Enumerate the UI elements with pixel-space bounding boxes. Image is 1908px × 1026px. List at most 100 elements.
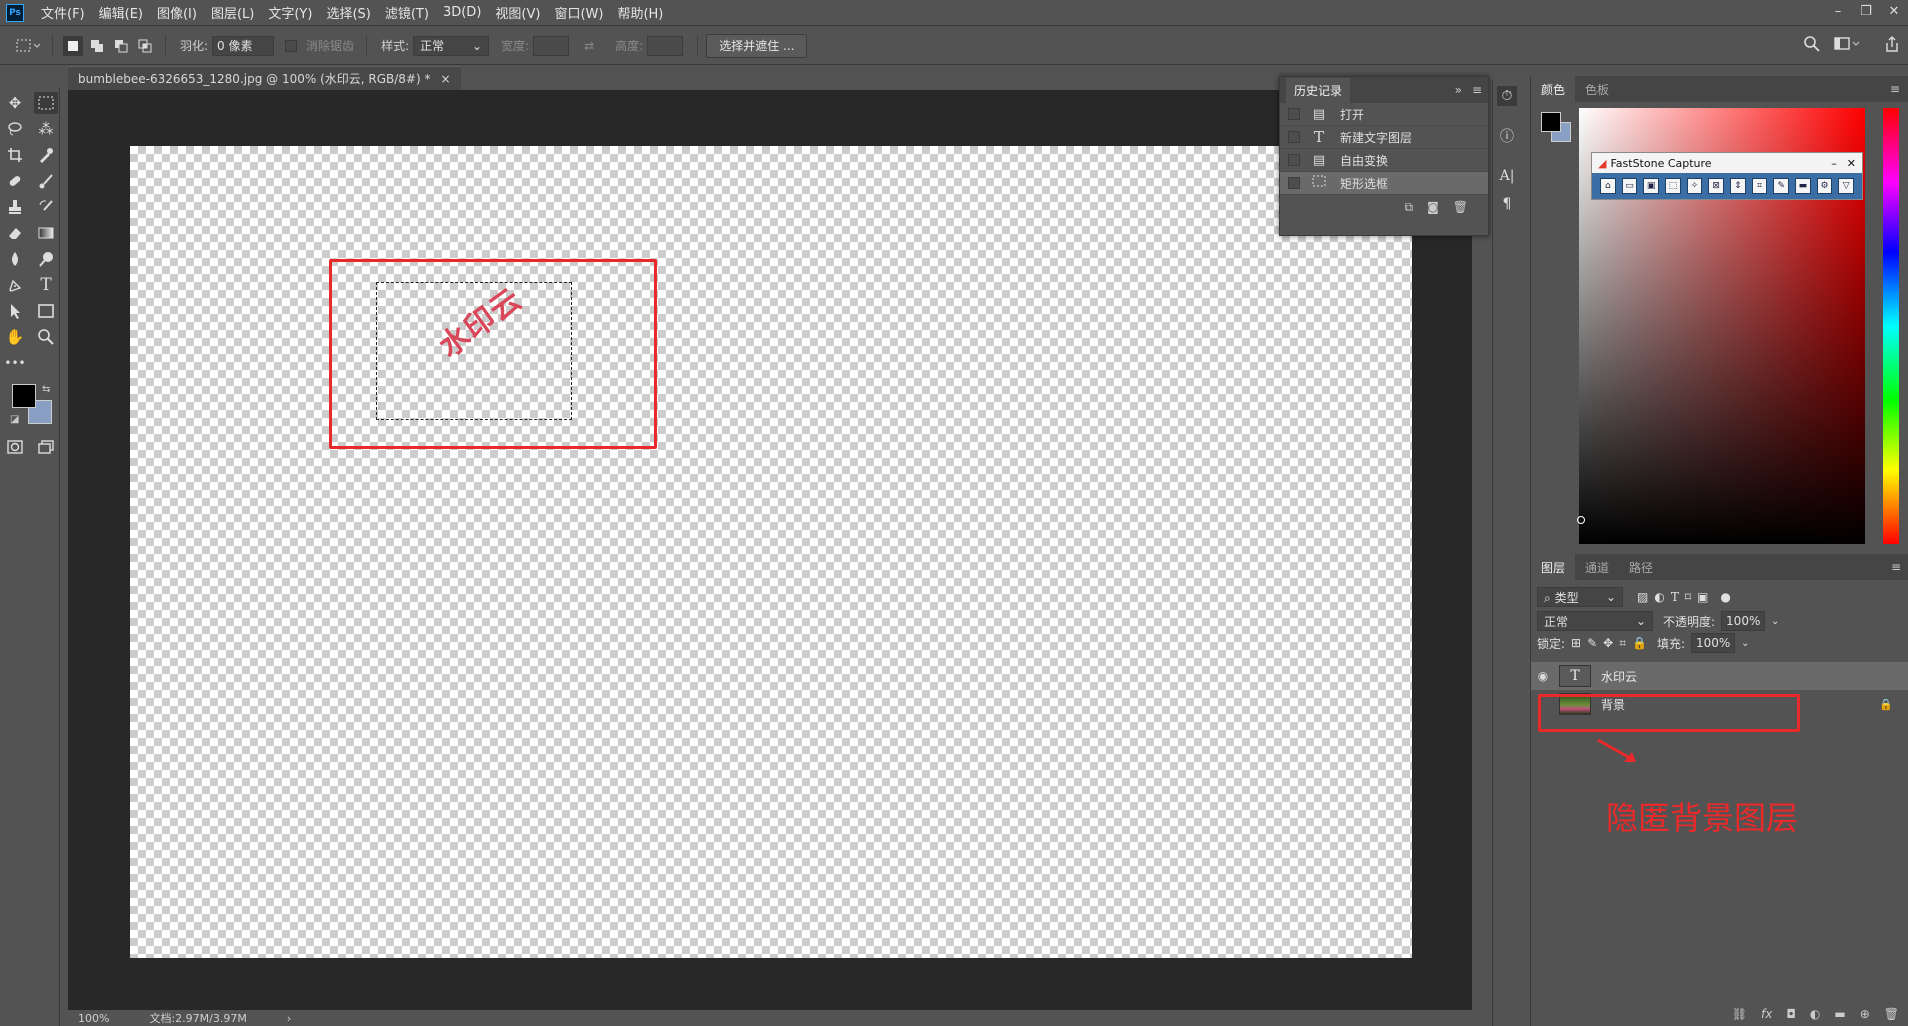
filter-smart-object-icon[interactable]: ▣ (1697, 590, 1708, 604)
lock-all-icon[interactable]: 🔒 (1632, 636, 1647, 650)
settings-icon[interactable]: ⚙ (1816, 178, 1833, 194)
screen-ruler-icon[interactable]: ▬ (1795, 178, 1811, 194)
panel-menu-icon[interactable]: ≡ (1891, 560, 1901, 574)
close-window-button[interactable]: ✕ (1880, 0, 1908, 22)
select-and-mask-button[interactable]: 选择并遮住 ... (706, 33, 808, 58)
workspace-icon[interactable] (1834, 36, 1862, 55)
swap-colors-icon[interactable]: ⇆ (42, 384, 50, 395)
capture-freehand-icon[interactable]: ✧ (1686, 178, 1703, 194)
document-tab[interactable]: bumblebee-6326653_1280.jpg @ 100% (水印云, … (68, 66, 461, 90)
history-item[interactable]: 矩形选框 (1280, 172, 1488, 195)
history-item[interactable]: ▤ 打开 (1280, 103, 1488, 126)
capture-region-icon[interactable]: ⬚ (1665, 178, 1681, 194)
camera-icon[interactable]: ◙ (1427, 200, 1439, 214)
subtract-selection-button[interactable] (111, 36, 131, 56)
character-panel-icon[interactable]: A| (1497, 166, 1517, 186)
status-menu-arrow[interactable]: › (287, 1012, 291, 1025)
quick-mask-icon[interactable] (3, 436, 27, 458)
add-selection-button[interactable] (87, 36, 107, 56)
menu-type[interactable]: 文字(Y) (261, 3, 319, 22)
filter-adjustment-icon[interactable]: ◐ (1654, 590, 1664, 604)
menu-3d[interactable]: 3D(D) (436, 5, 488, 20)
lock-position-icon[interactable]: ✥ (1603, 636, 1613, 650)
gradient-tool-icon[interactable] (34, 222, 58, 244)
fill-input[interactable]: 100% (1691, 633, 1735, 653)
new-group-icon[interactable]: ▬ (1834, 1007, 1845, 1021)
menu-view[interactable]: 视图(V) (488, 3, 547, 22)
faststone-minimize-icon[interactable]: – (1831, 157, 1837, 170)
color-picker-icon[interactable]: ✎ (1773, 178, 1790, 194)
panel-menu-icon[interactable]: ≡ (1890, 82, 1900, 96)
search-icon[interactable] (1804, 36, 1820, 55)
chevron-down-icon[interactable]: ⌄ (1741, 638, 1749, 649)
color-picker-marker[interactable] (1577, 516, 1585, 524)
tab-channels[interactable]: 通道 (1575, 554, 1619, 580)
output-icon[interactable]: ▽ (1838, 178, 1855, 194)
swap-dimensions-icon[interactable]: ⇄ (579, 36, 599, 56)
tab-layers[interactable]: 图层 (1531, 554, 1576, 580)
faststone-close-icon[interactable]: ✕ (1847, 157, 1856, 170)
menu-layer[interactable]: 图层(L) (204, 3, 261, 22)
lock-artboard-icon[interactable]: ⌗ (1619, 636, 1626, 651)
trash-icon[interactable]: 🗑 (1453, 200, 1468, 214)
menu-select[interactable]: 选择(S) (319, 3, 377, 22)
restore-button[interactable]: ❐ (1852, 0, 1880, 22)
blend-mode-select[interactable]: 正常 ⌄ (1537, 611, 1653, 631)
blur-tool-icon[interactable] (3, 248, 27, 270)
layer-name[interactable]: 水印云 (1601, 668, 1637, 685)
width-input[interactable] (533, 35, 570, 56)
more-tools-icon[interactable]: ••• (3, 352, 27, 374)
pen-tool-icon[interactable] (3, 274, 27, 296)
move-tool-icon[interactable]: ✥ (3, 92, 27, 114)
minimize-button[interactable]: – (1824, 0, 1852, 22)
type-tool-icon[interactable]: T (34, 274, 58, 296)
default-colors-icon[interactable]: ◪ (10, 414, 19, 425)
intersect-selection-button[interactable] (135, 36, 155, 56)
crop-tool-icon[interactable] (3, 144, 27, 166)
eyedropper-tool-icon[interactable] (34, 144, 58, 166)
menu-window[interactable]: 窗口(W) (547, 3, 610, 22)
history-item[interactable]: ▤ 自由变换 (1280, 149, 1488, 172)
brush-tool-icon[interactable] (34, 170, 58, 192)
zoom-level[interactable]: 100% (78, 1012, 109, 1025)
info-panel-icon[interactable]: ⓘ (1497, 126, 1517, 146)
history-snapshot-checkbox[interactable] (1288, 154, 1300, 166)
lock-transparent-icon[interactable]: ⊞ (1571, 636, 1581, 650)
add-mask-icon[interactable]: ◘ (1786, 1007, 1796, 1021)
eye-icon[interactable]: ◉ (1531, 669, 1555, 683)
fx-icon[interactable]: fx (1761, 1007, 1772, 1021)
color-panel-foreground-swatch[interactable] (1541, 112, 1561, 132)
magic-wand-tool-icon[interactable]: ⁂ (34, 118, 58, 140)
paragraph-panel-icon[interactable]: ¶ (1497, 194, 1517, 214)
healing-brush-tool-icon[interactable] (3, 170, 27, 192)
foreground-color-swatch[interactable] (12, 384, 36, 408)
lock-image-icon[interactable]: ✎ (1587, 636, 1597, 650)
menu-filter[interactable]: 滤镜(T) (378, 3, 436, 22)
dodge-tool-icon[interactable] (34, 248, 58, 270)
open-icon[interactable]: ⌂ (1600, 178, 1616, 194)
path-selection-tool-icon[interactable] (3, 300, 27, 322)
filter-pixel-icon[interactable]: ▨ (1637, 590, 1648, 604)
menu-image[interactable]: 图像(I) (150, 3, 204, 22)
layer-row[interactable]: ◉ T 水印云 (1531, 662, 1908, 690)
chevron-down-icon[interactable]: ⌄ (1771, 616, 1779, 627)
eraser-tool-icon[interactable] (3, 222, 27, 244)
adjustment-layer-icon[interactable]: ◐ (1810, 1007, 1820, 1021)
tab-swatches[interactable]: 色板 (1575, 76, 1619, 102)
transparent-image-canvas[interactable] (130, 146, 1412, 958)
marquee-preset-picker[interactable] (14, 36, 42, 56)
rect-marquee-tool-icon[interactable] (34, 92, 58, 114)
link-layers-icon[interactable]: ⛓ (1732, 1007, 1747, 1021)
opacity-input[interactable]: 100% (1721, 611, 1766, 631)
hue-slider[interactable] (1883, 108, 1899, 544)
tab-color[interactable]: 颜色 (1531, 76, 1576, 102)
history-panel-icon[interactable]: ⏱ (1497, 86, 1517, 106)
height-input[interactable] (647, 35, 684, 56)
collapse-panel-icon[interactable]: » (1455, 83, 1462, 97)
screen-mode-icon[interactable] (34, 436, 58, 458)
new-layer-icon[interactable]: ⊕ (1860, 1007, 1870, 1021)
filter-shape-icon[interactable]: ⌑ (1685, 590, 1691, 604)
filter-toggle-icon[interactable]: ● (1720, 590, 1730, 604)
menu-edit[interactable]: 编辑(E) (92, 3, 150, 22)
close-tab-icon[interactable]: × (440, 72, 450, 86)
